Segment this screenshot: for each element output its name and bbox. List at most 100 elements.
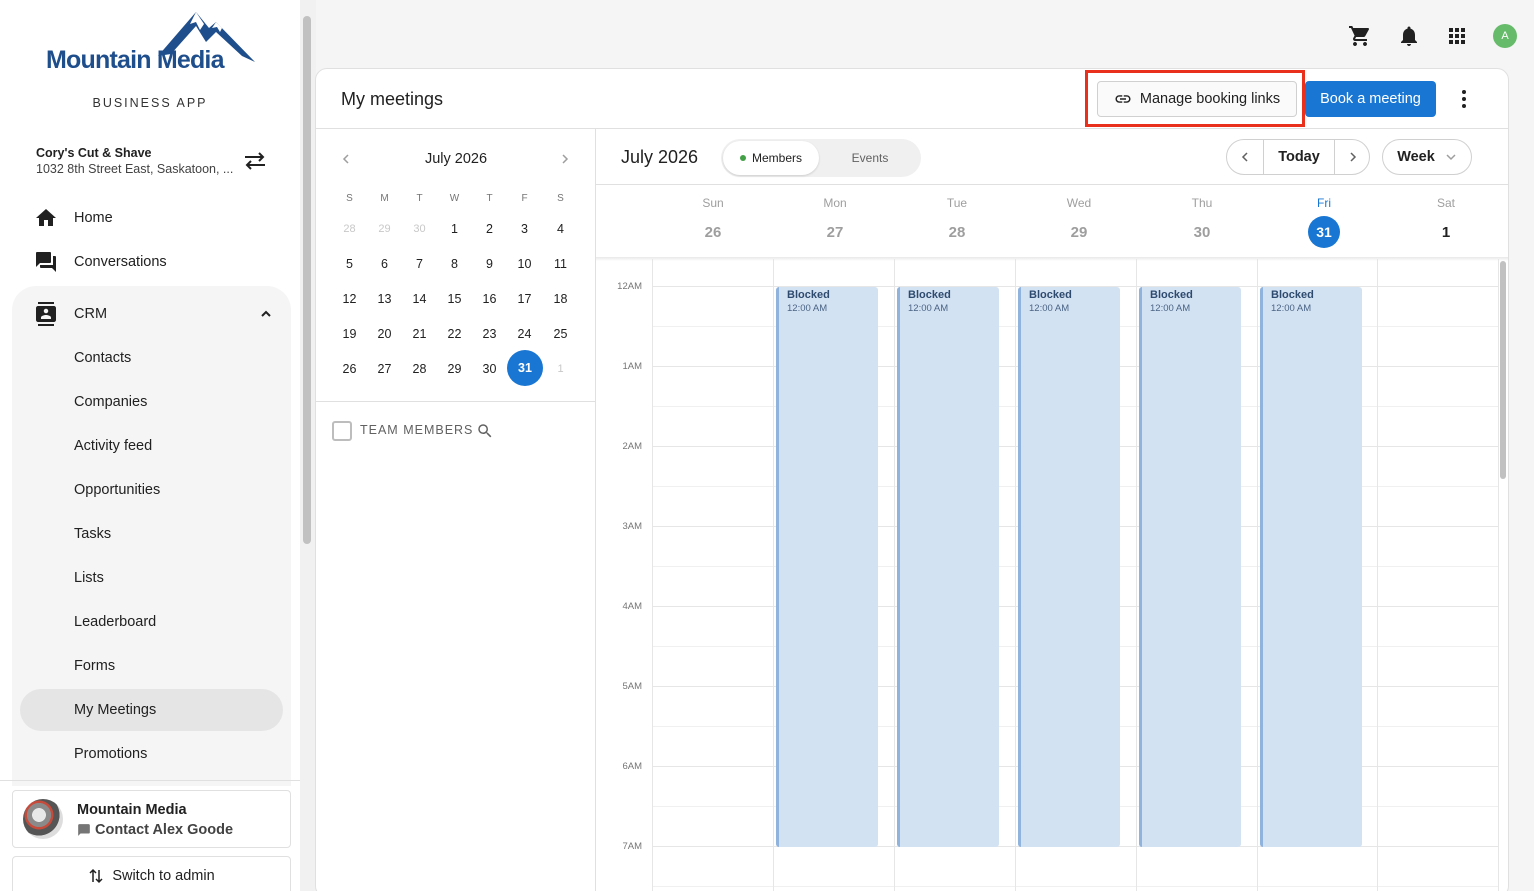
mini-day[interactable]: 28 bbox=[402, 351, 437, 386]
mini-day[interactable]: 22 bbox=[437, 316, 472, 351]
contacts-book-icon bbox=[36, 302, 56, 326]
mini-day[interactable]: 25 bbox=[543, 316, 578, 351]
mini-day[interactable]: 26 bbox=[332, 351, 367, 386]
mini-day[interactable]: 24 bbox=[507, 316, 542, 351]
next-week-button[interactable] bbox=[1335, 140, 1371, 174]
blocked-event[interactable]: Blocked 12:00 AM bbox=[776, 287, 878, 847]
sidebar: Mountain Media BUSINESS APP Cory's Cut &… bbox=[0, 0, 300, 891]
day-header-sun[interactable]: Sun 26 bbox=[652, 185, 774, 257]
mini-day[interactable]: 9 bbox=[472, 246, 507, 281]
mini-day[interactable]: 1 bbox=[543, 351, 578, 386]
prev-week-button[interactable] bbox=[1227, 140, 1263, 174]
mini-weekday-label: F bbox=[521, 193, 528, 204]
nav-my-meetings[interactable]: My Meetings bbox=[20, 689, 283, 731]
mini-day[interactable]: 6 bbox=[367, 246, 402, 281]
mini-day[interactable]: 14 bbox=[402, 281, 437, 316]
mini-day[interactable]: 29 bbox=[367, 211, 402, 246]
blocked-event[interactable]: Blocked 12:00 AM bbox=[1018, 287, 1120, 847]
day-header-tue[interactable]: Tue 28 bbox=[896, 185, 1018, 257]
nav-activity-feed[interactable]: Activity feed bbox=[20, 425, 283, 467]
user-avatar[interactable]: A bbox=[1493, 24, 1517, 48]
day-header-thu[interactable]: Thu 30 bbox=[1141, 185, 1263, 257]
view-select[interactable]: Week bbox=[1382, 139, 1472, 175]
mini-next-month-button[interactable] bbox=[555, 149, 575, 169]
team-members-checkbox[interactable] bbox=[332, 421, 352, 441]
nav-companies[interactable]: Companies bbox=[20, 381, 283, 423]
mini-day[interactable]: 30 bbox=[402, 211, 437, 246]
partner-contact-link[interactable]: Contact Alex Goode bbox=[77, 822, 233, 838]
chevron-up-icon bbox=[261, 310, 271, 317]
search-icon[interactable] bbox=[476, 422, 494, 440]
bell-icon[interactable] bbox=[1397, 24, 1421, 48]
day-header-mon[interactable]: Mon 27 bbox=[774, 185, 896, 257]
mini-day[interactable]: 21 bbox=[402, 316, 437, 351]
mini-day[interactable]: 4 bbox=[543, 211, 578, 246]
message-icon bbox=[78, 824, 90, 836]
event-time: 12:00 AM bbox=[1271, 303, 1312, 314]
mini-day-selected[interactable]: 31 bbox=[507, 350, 543, 386]
mini-day[interactable]: 5 bbox=[332, 246, 367, 281]
mini-day[interactable]: 11 bbox=[543, 246, 578, 281]
nav-home[interactable]: Home bbox=[20, 197, 284, 239]
nav-lists[interactable]: Lists bbox=[20, 557, 283, 599]
day-header-wed[interactable]: Wed 29 bbox=[1018, 185, 1140, 257]
more-options-button[interactable] bbox=[1452, 87, 1476, 111]
nav-home-label: Home bbox=[74, 210, 113, 226]
mini-weekday-label: W bbox=[449, 193, 460, 204]
mini-day[interactable]: 3 bbox=[507, 211, 542, 246]
mini-day[interactable]: 10 bbox=[507, 246, 542, 281]
day-header-sat[interactable]: Sat 1 bbox=[1385, 185, 1507, 257]
blocked-event[interactable]: Blocked 12:00 AM bbox=[1260, 287, 1362, 847]
manage-booking-links-button[interactable]: Manage booking links bbox=[1097, 81, 1297, 117]
nav-promotions[interactable]: Promotions bbox=[20, 733, 283, 775]
blocked-event[interactable]: Blocked 12:00 AM bbox=[897, 287, 999, 847]
mini-day[interactable]: 12 bbox=[332, 281, 367, 316]
account-name: Cory's Cut & Shave bbox=[36, 146, 152, 160]
nav-contacts[interactable]: Contacts bbox=[20, 337, 283, 379]
mini-weekday-label: S bbox=[346, 193, 353, 204]
mini-day[interactable]: 16 bbox=[472, 281, 507, 316]
mini-day[interactable]: 27 bbox=[367, 351, 402, 386]
partner-contact-label: Contact Alex Goode bbox=[95, 822, 234, 838]
sidebar-scrollbar-thumb[interactable] bbox=[303, 16, 311, 544]
switch-account-button[interactable] bbox=[242, 148, 268, 174]
mini-day[interactable]: 7 bbox=[402, 246, 437, 281]
mini-day[interactable]: 15 bbox=[437, 281, 472, 316]
today-button[interactable]: Today bbox=[1263, 140, 1335, 174]
grid-scrollbar-thumb[interactable] bbox=[1500, 261, 1506, 479]
nav-conversations[interactable]: Conversations bbox=[20, 241, 284, 283]
nav-forms[interactable]: Forms bbox=[20, 645, 283, 687]
mini-day[interactable]: 23 bbox=[472, 316, 507, 351]
mini-day[interactable]: 19 bbox=[332, 316, 367, 351]
day-header-fri[interactable]: Fri 31 bbox=[1263, 185, 1385, 257]
time-grid[interactable]: 12AM 1AM 2AM 3AM 4AM 5AM 6AM 7AM Blocked 12:00 AM… bbox=[596, 259, 1508, 891]
switch-to-admin-button[interactable]: Switch to admin bbox=[12, 856, 291, 891]
nav-tasks[interactable]: Tasks bbox=[20, 513, 283, 555]
events-toggle[interactable]: Events bbox=[821, 141, 919, 175]
mini-day[interactable]: 1 bbox=[437, 211, 472, 246]
book-meeting-button[interactable]: Book a meeting bbox=[1305, 81, 1436, 117]
mini-day[interactable]: 20 bbox=[367, 316, 402, 351]
logo[interactable]: Mountain Media bbox=[46, 10, 261, 74]
switch-to-admin-label: Switch to admin bbox=[112, 868, 215, 884]
mini-day[interactable]: 13 bbox=[367, 281, 402, 316]
mini-day[interactable]: 30 bbox=[472, 351, 507, 386]
nav-opportunities[interactable]: Opportunities bbox=[20, 469, 283, 511]
swap-vertical-icon bbox=[89, 868, 103, 884]
mini-day[interactable]: 2 bbox=[472, 211, 507, 246]
logo-text: Mountain Media bbox=[46, 46, 224, 74]
cart-icon[interactable] bbox=[1348, 24, 1372, 48]
nav-leaderboard[interactable]: Leaderboard bbox=[20, 601, 283, 643]
event-time: 12:00 AM bbox=[908, 303, 949, 314]
event-time: 12:00 AM bbox=[1029, 303, 1070, 314]
nav-crm[interactable]: CRM bbox=[20, 293, 284, 335]
mini-day[interactable]: 17 bbox=[507, 281, 542, 316]
mini-day[interactable]: 29 bbox=[437, 351, 472, 386]
apps-grid-icon[interactable] bbox=[1445, 24, 1469, 48]
blocked-event[interactable]: Blocked 12:00 AM bbox=[1139, 287, 1241, 847]
mini-day[interactable]: 28 bbox=[332, 211, 367, 246]
partner-contact-card[interactable]: Mountain Media Contact Alex Goode bbox=[12, 790, 291, 848]
mini-day[interactable]: 18 bbox=[543, 281, 578, 316]
mini-day[interactable]: 8 bbox=[437, 246, 472, 281]
members-toggle[interactable]: Members bbox=[723, 141, 819, 175]
